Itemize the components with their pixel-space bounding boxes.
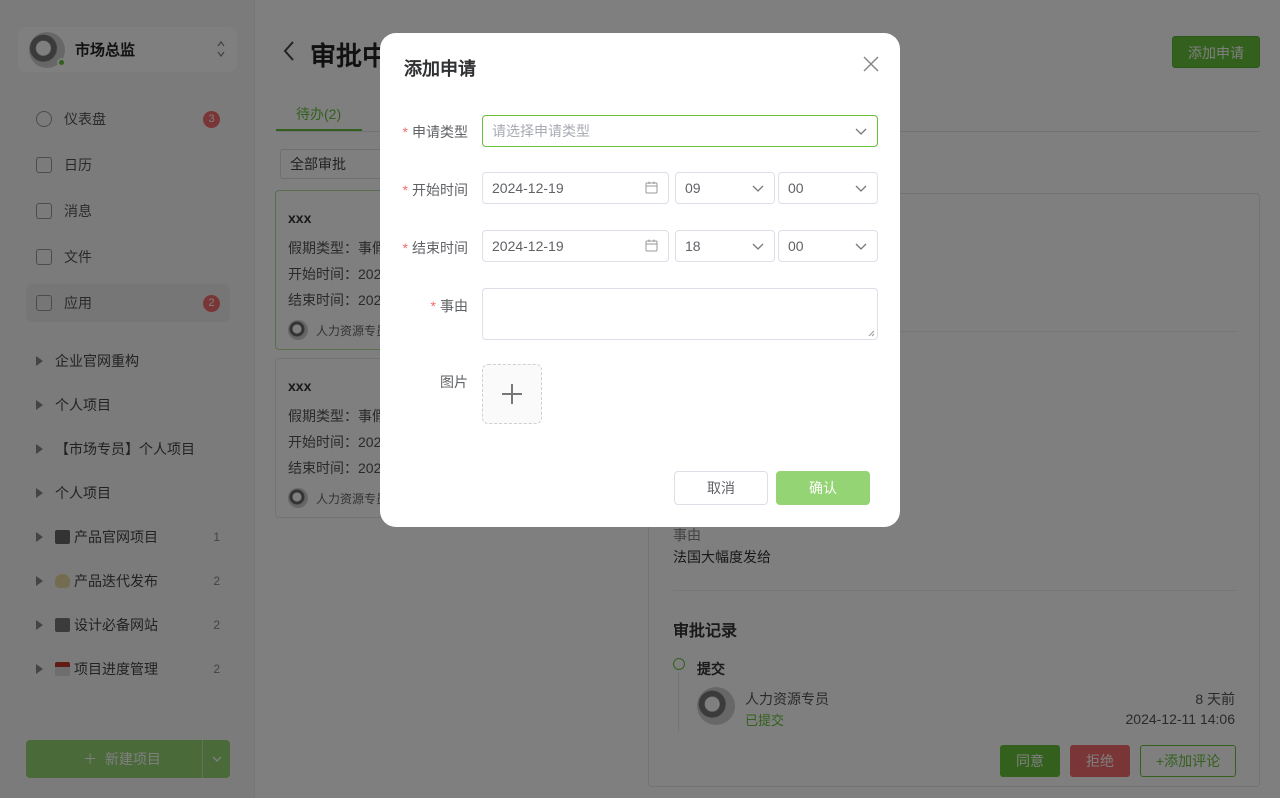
- calendar-icon: [645, 239, 658, 252]
- start-time-label: * 开始时间: [402, 182, 468, 198]
- dialog-title: 添加申请: [404, 59, 476, 79]
- end-minute-select[interactable]: 00: [778, 230, 878, 262]
- start-minute-value: 00: [788, 180, 804, 196]
- type-label: * 申请类型: [402, 124, 468, 140]
- add-request-dialog: 添加申请 * 申请类型 请选择申请类型 * 开始时间 2024-12-19 09 0…: [380, 33, 900, 527]
- calendar-icon: [645, 181, 658, 194]
- image-upload[interactable]: [482, 364, 542, 424]
- reason-label: * 事由: [430, 298, 468, 314]
- request-type-select[interactable]: 请选择申请类型: [482, 115, 878, 147]
- reason-textarea[interactable]: [482, 288, 878, 340]
- chevron-down-icon: [855, 243, 867, 250]
- request-type-placeholder: 请选择申请类型: [492, 123, 590, 139]
- chevron-down-icon: [752, 243, 764, 250]
- end-time-label: * 结束时间: [402, 240, 468, 256]
- end-minute-value: 00: [788, 238, 804, 254]
- resize-grip-icon[interactable]: [868, 330, 875, 337]
- end-date-value: 2024-12-19: [492, 238, 564, 254]
- start-date-picker[interactable]: 2024-12-19: [482, 172, 669, 204]
- chevron-down-icon: [855, 185, 867, 192]
- start-hour-select[interactable]: 09: [675, 172, 775, 204]
- end-hour-value: 18: [685, 238, 701, 254]
- close-icon[interactable]: [862, 55, 880, 73]
- image-label: 图片: [440, 374, 468, 390]
- start-date-value: 2024-12-19: [492, 180, 564, 196]
- end-hour-select[interactable]: 18: [675, 230, 775, 262]
- chevron-down-icon: [855, 128, 867, 135]
- start-hour-value: 09: [685, 180, 701, 196]
- confirm-button[interactable]: 确认: [776, 471, 870, 505]
- start-minute-select[interactable]: 00: [778, 172, 878, 204]
- chevron-down-icon: [752, 185, 764, 192]
- end-date-picker[interactable]: 2024-12-19: [482, 230, 669, 262]
- plus-icon: [502, 384, 522, 404]
- cancel-button[interactable]: 取消: [674, 471, 768, 505]
